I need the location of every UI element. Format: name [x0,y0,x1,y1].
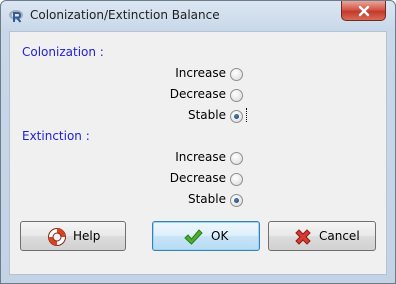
dialog-window: Colonization/Extinction Balance Coloniza… [0,0,396,284]
red-x-icon [295,229,311,245]
close-button[interactable] [341,1,386,21]
ok-button[interactable]: OK [152,221,260,251]
extinction-heading: Extinction : [22,129,90,143]
window-title: Colonization/Extinction Balance [30,8,220,22]
cancel-button-label: Cancel [319,229,360,243]
colonization-stable-label[interactable]: Stable [188,108,226,122]
lifebuoy-icon [48,228,66,246]
focus-indicator [246,108,248,122]
extinction-stable-label[interactable]: Stable [188,192,226,206]
extinction-increase-radio[interactable] [230,152,243,165]
colonization-decrease-radio[interactable] [230,89,243,102]
green-checkmark-icon [184,229,203,245]
colonization-decrease-label[interactable]: Decrease [170,87,226,101]
colonization-increase-label[interactable]: Increase [175,66,226,80]
cancel-button[interactable]: Cancel [268,221,376,251]
help-button[interactable]: Help [20,221,126,251]
extinction-decrease-radio[interactable] [230,173,243,186]
r-logo-icon [9,10,23,23]
colonization-increase-radio[interactable] [230,68,243,81]
dialog-body: Colonization : Increase Decrease Stable … [9,31,387,275]
help-button-label: Help [73,229,101,243]
extinction-stable-radio[interactable] [230,194,243,207]
ok-button-label: OK [211,229,229,243]
colonization-heading: Colonization : [22,45,104,59]
extinction-increase-label[interactable]: Increase [175,150,226,164]
title-bar[interactable]: Colonization/Extinction Balance [1,1,395,31]
colonization-stable-radio[interactable] [230,110,243,123]
close-icon [358,5,370,17]
extinction-decrease-label[interactable]: Decrease [170,171,226,185]
